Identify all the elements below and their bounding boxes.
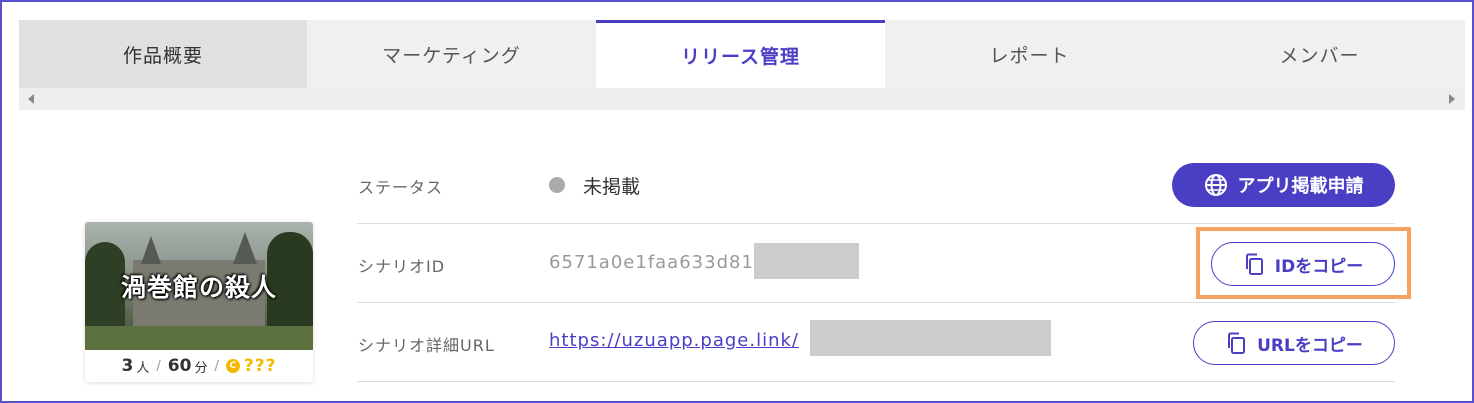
page-frame: 作品概要 マーケティング リリース管理 レポート メンバー 渦巻館の殺人 3 人… (0, 0, 1474, 403)
scroll-right-icon[interactable] (1449, 94, 1455, 104)
scenario-url-label: シナリオ詳細URL (358, 336, 495, 355)
scenario-url-link[interactable]: https://uzuapp.page.link/ (549, 330, 799, 351)
tower-roof-shape (233, 232, 257, 264)
redacted-block (754, 243, 859, 279)
player-unit: 人 (136, 360, 150, 376)
tab-report[interactable]: レポート (885, 20, 1174, 88)
copy-url-button[interactable]: URLをコピー (1193, 321, 1395, 365)
status-dot-icon (549, 177, 565, 193)
tower-roof-shape (141, 236, 161, 264)
price: ??? (243, 356, 277, 376)
tab-overview[interactable]: 作品概要 (19, 20, 307, 88)
highlight-box (1196, 227, 1411, 299)
separator: / (156, 358, 161, 374)
scenario-card[interactable]: 渦巻館の殺人 3 人 / 60 分 / C ??? (85, 222, 313, 382)
thumbnail-title: 渦巻館の殺人 (120, 273, 277, 302)
divider (357, 381, 1395, 382)
tab-scrollbar[interactable] (19, 88, 1465, 110)
app-listing-request-button[interactable]: アプリ掲載申請 (1172, 163, 1395, 207)
duration: 60 (167, 356, 192, 376)
scenario-thumbnail: 渦巻館の殺人 (85, 222, 313, 350)
scenario-id-value: 6571a0e1faa633d81 (549, 252, 754, 273)
card-meta: 3 人 / 60 分 / C ??? (85, 350, 313, 382)
separator: / (214, 358, 219, 374)
tab-marketing[interactable]: マーケティング (307, 20, 596, 88)
player-count: 3 (121, 356, 134, 376)
divider (357, 223, 1395, 224)
status-value: 未掲載 (583, 176, 641, 198)
status-label: ステータス (358, 178, 444, 197)
tab-bar: 作品概要 マーケティング リリース管理 レポート メンバー (19, 20, 1465, 88)
divider (357, 302, 1395, 303)
duration-unit: 分 (194, 360, 208, 376)
redacted-block (810, 320, 1051, 356)
tab-members[interactable]: メンバー (1174, 20, 1465, 88)
copy-url-label: URLをコピー (1257, 335, 1363, 356)
globe-icon (1204, 174, 1227, 196)
lawn-shape (85, 326, 313, 350)
copy-icon (1228, 332, 1246, 354)
scenario-id-label: シナリオID (358, 257, 446, 276)
coin-icon: C (225, 359, 240, 373)
app-listing-request-label: アプリ掲載申請 (1237, 176, 1364, 197)
tab-release-management[interactable]: リリース管理 (596, 20, 885, 88)
scroll-left-icon[interactable] (28, 94, 34, 104)
